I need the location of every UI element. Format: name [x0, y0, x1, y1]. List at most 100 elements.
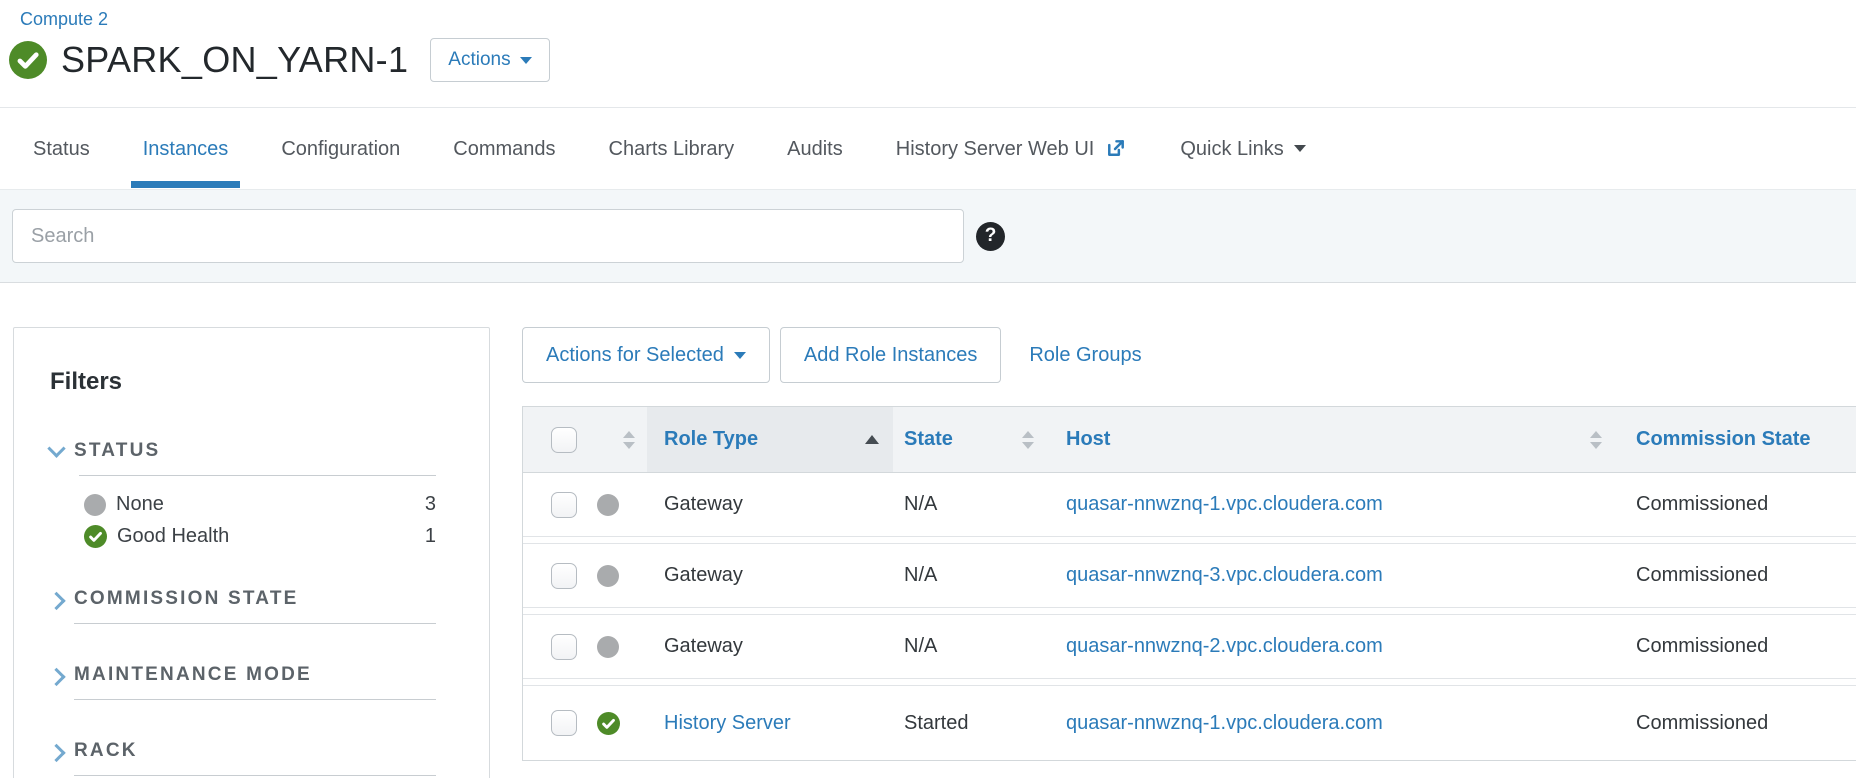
tab-label: Configuration — [281, 108, 400, 190]
divider — [74, 623, 436, 624]
row-divider — [523, 679, 1856, 686]
column-label: Role Type — [664, 428, 758, 451]
role-groups-link[interactable]: Role Groups — [1029, 344, 1141, 367]
table-row: Gateway N/A quasar-nnwznq-2.vpc.cloudera… — [523, 615, 1856, 679]
tab-label: Quick Links — [1180, 108, 1283, 190]
row-checkbox[interactable] — [551, 563, 577, 589]
status-none-icon — [597, 636, 619, 658]
table-header-state[interactable]: State — [893, 407, 1038, 472]
column-label: Commission State — [1636, 428, 1810, 451]
add-role-instances-button[interactable]: Add Role Instances — [780, 327, 1001, 383]
search-band: ? — [0, 189, 1856, 283]
filter-item-good-health[interactable]: Good Health 1 — [84, 525, 436, 548]
host-link[interactable]: quasar-nnwznq-3.vpc.cloudera.com — [1066, 564, 1383, 587]
role-type-cell: Gateway — [664, 564, 743, 587]
tab-audits[interactable]: Audits — [787, 108, 843, 189]
table-header-role-type[interactable]: Role Type — [647, 407, 893, 472]
commission-state-cell: Commissioned — [1636, 564, 1768, 587]
actions-for-selected-button[interactable]: Actions for Selected — [522, 327, 770, 383]
filter-section-commission-state-header[interactable]: COMMISSION STATE — [50, 588, 436, 610]
caret-down-icon — [1294, 145, 1306, 152]
button-label: Actions for Selected — [546, 344, 724, 367]
commission-state-cell: Commissioned — [1636, 712, 1768, 735]
chevron-down-icon — [47, 439, 65, 457]
tab-charts-library[interactable]: Charts Library — [609, 108, 735, 189]
instances-toolbar: Actions for Selected Add Role Instances … — [522, 327, 1856, 383]
tab-status[interactable]: Status — [33, 108, 90, 189]
filter-section-maintenance-mode-header[interactable]: MAINTENANCE MODE — [50, 664, 436, 686]
filter-section-label: MAINTENANCE MODE — [74, 664, 312, 686]
tab-label: Commands — [453, 108, 555, 190]
chevron-right-icon — [47, 667, 65, 685]
filters-panel: Filters STATUS None 3 — [13, 327, 490, 778]
help-icon[interactable]: ? — [976, 222, 1005, 251]
tab-label: Audits — [787, 108, 843, 190]
host-link[interactable]: quasar-nnwznq-2.vpc.cloudera.com — [1066, 635, 1383, 658]
table-row: Gateway N/A quasar-nnwznq-1.vpc.cloudera… — [523, 473, 1856, 537]
commission-state-cell: Commissioned — [1636, 493, 1768, 516]
content-area: Filters STATUS None 3 — [0, 283, 1856, 778]
row-checkbox[interactable] — [551, 634, 577, 660]
filter-section-maintenance-mode: MAINTENANCE MODE — [50, 664, 436, 700]
filter-item-count: 3 — [425, 493, 436, 516]
tab-history-server-web-ui[interactable]: History Server Web UI — [896, 108, 1128, 189]
filter-item-label: None — [116, 493, 164, 516]
filter-section-rack-header[interactable]: RACK — [50, 740, 436, 762]
external-link-icon — [1104, 137, 1127, 160]
host-link[interactable]: quasar-nnwznq-1.vpc.cloudera.com — [1066, 712, 1383, 735]
table-header-health[interactable] — [593, 407, 647, 472]
chevron-right-icon — [47, 591, 65, 609]
filter-section-label: COMMISSION STATE — [74, 588, 299, 610]
service-page: Compute 2 SPARK_ON_YARN-1 Actions Status… — [0, 0, 1856, 778]
filter-section-commission-state: COMMISSION STATE — [50, 588, 436, 624]
table-row: Gateway N/A quasar-nnwznq-3.vpc.cloudera… — [523, 544, 1856, 608]
divider — [74, 699, 436, 700]
tab-label: Charts Library — [609, 108, 735, 190]
page-title: SPARK_ON_YARN-1 — [61, 39, 408, 81]
good-health-icon — [9, 41, 47, 79]
tab-commands[interactable]: Commands — [453, 108, 555, 189]
search-input[interactable] — [12, 209, 964, 263]
filter-section-status: STATUS None 3 — [50, 440, 436, 548]
tab-bar: Status Instances Configuration Commands … — [0, 107, 1856, 189]
tab-instances[interactable]: Instances — [143, 108, 229, 189]
row-divider — [523, 537, 1856, 544]
divider — [74, 775, 436, 776]
state-cell: Started — [904, 712, 968, 735]
sort-icon — [623, 431, 647, 449]
filter-section-label: RACK — [74, 740, 138, 762]
table-row: History Server Started quasar-nnwznq-1.v… — [523, 686, 1856, 760]
filter-item-label: Good Health — [117, 525, 229, 548]
status-good-health-icon — [597, 712, 620, 735]
table-header-checkbox-cell — [523, 407, 593, 472]
status-none-icon — [597, 565, 619, 587]
tab-configuration[interactable]: Configuration — [281, 108, 400, 189]
actions-button[interactable]: Actions — [430, 38, 549, 82]
role-type-cell: Gateway — [664, 493, 743, 516]
commission-state-cell: Commissioned — [1636, 635, 1768, 658]
row-checkbox[interactable] — [551, 710, 577, 736]
role-type-cell: Gateway — [664, 635, 743, 658]
filter-section-status-header[interactable]: STATUS — [50, 440, 436, 462]
filter-item-count: 1 — [425, 525, 436, 548]
filter-status-items: None 3 Good Health 1 — [84, 493, 436, 548]
role-type-link[interactable]: History Server — [664, 712, 791, 735]
filter-section-label: STATUS — [74, 440, 160, 462]
host-link[interactable]: quasar-nnwznq-1.vpc.cloudera.com — [1066, 493, 1383, 516]
breadcrumb-compute-link[interactable]: Compute 2 — [0, 0, 108, 30]
state-cell: N/A — [904, 564, 937, 587]
select-all-checkbox[interactable] — [551, 427, 577, 453]
table-header-commission-state[interactable]: Commission State — [1608, 407, 1856, 472]
instances-main: Actions for Selected Add Role Instances … — [522, 327, 1856, 761]
table-header-row: Role Type State Host Commissi — [523, 407, 1856, 473]
tab-label: Status — [33, 108, 90, 190]
status-good-health-icon — [84, 525, 107, 548]
filter-item-none[interactable]: None 3 — [84, 493, 436, 516]
tab-label: History Server Web UI — [896, 108, 1095, 190]
tab-label: Instances — [143, 108, 229, 190]
tab-quick-links[interactable]: Quick Links — [1180, 108, 1305, 189]
state-cell: N/A — [904, 493, 937, 516]
row-checkbox[interactable] — [551, 492, 577, 518]
table-header-host[interactable]: Host — [1038, 407, 1608, 472]
sort-icon — [1022, 431, 1038, 449]
